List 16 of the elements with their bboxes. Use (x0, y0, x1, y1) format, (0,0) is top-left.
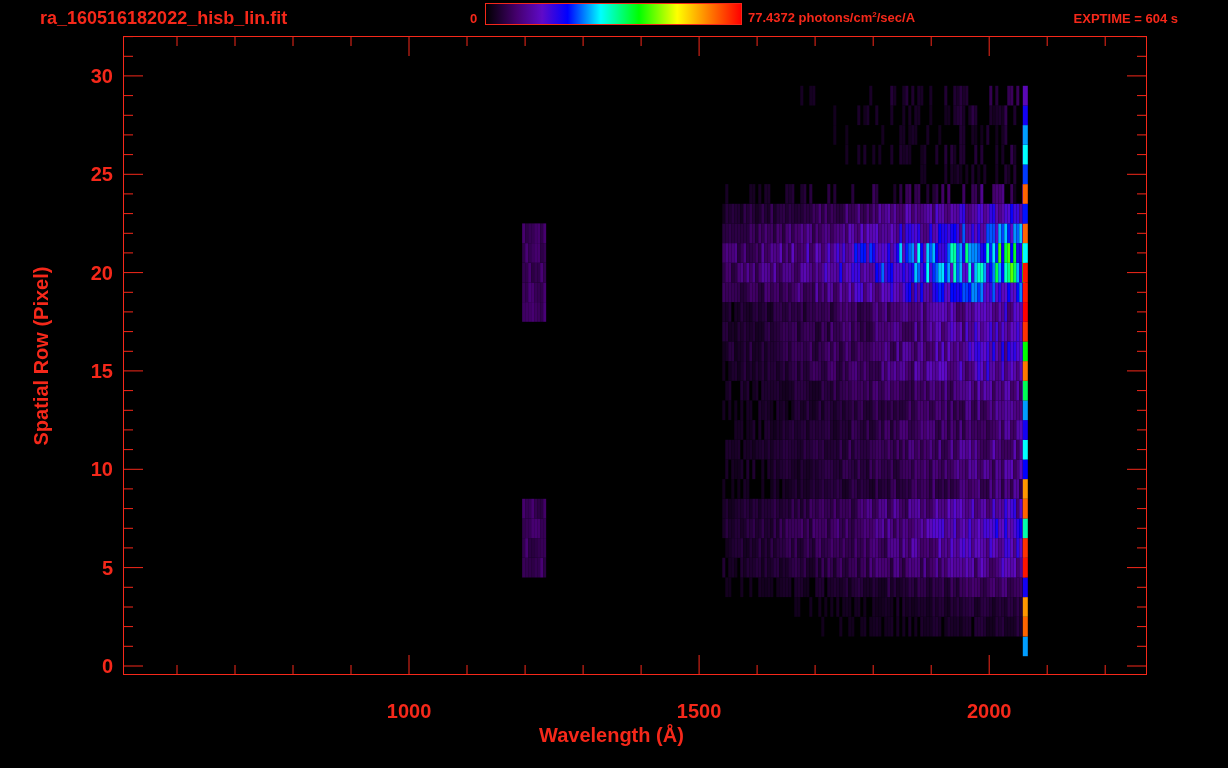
colorbar-max-label: 77.4372 photons/cm$^{2}$/sec/A (748, 10, 916, 26)
colorbar-min-label: 0 (470, 10, 479, 26)
y-tick-label: 10 (90, 459, 113, 480)
x-tick-label: 1000 (386, 701, 432, 721)
y-tick-label: 20 (90, 262, 113, 283)
y-tick-label: 30 (90, 65, 113, 86)
y-tick-label: 25 (90, 164, 113, 185)
x-tick-label: 1500 (676, 701, 722, 721)
y-tick-label: 5 (101, 557, 113, 578)
x-axis-label: Wavelength (Å) (539, 724, 684, 746)
x-tick-label: 2000 (966, 701, 1012, 721)
exposure-time: EXPTIME = 604 s (1073, 10, 1178, 26)
y-tick-label: 0 (101, 655, 113, 676)
y-axis-label: Spatial Row (Pixel) (30, 266, 53, 445)
y-tick-label: 15 (90, 360, 113, 381)
plot-title: ra_160516182022_hisb_lin.fit (40, 7, 289, 29)
